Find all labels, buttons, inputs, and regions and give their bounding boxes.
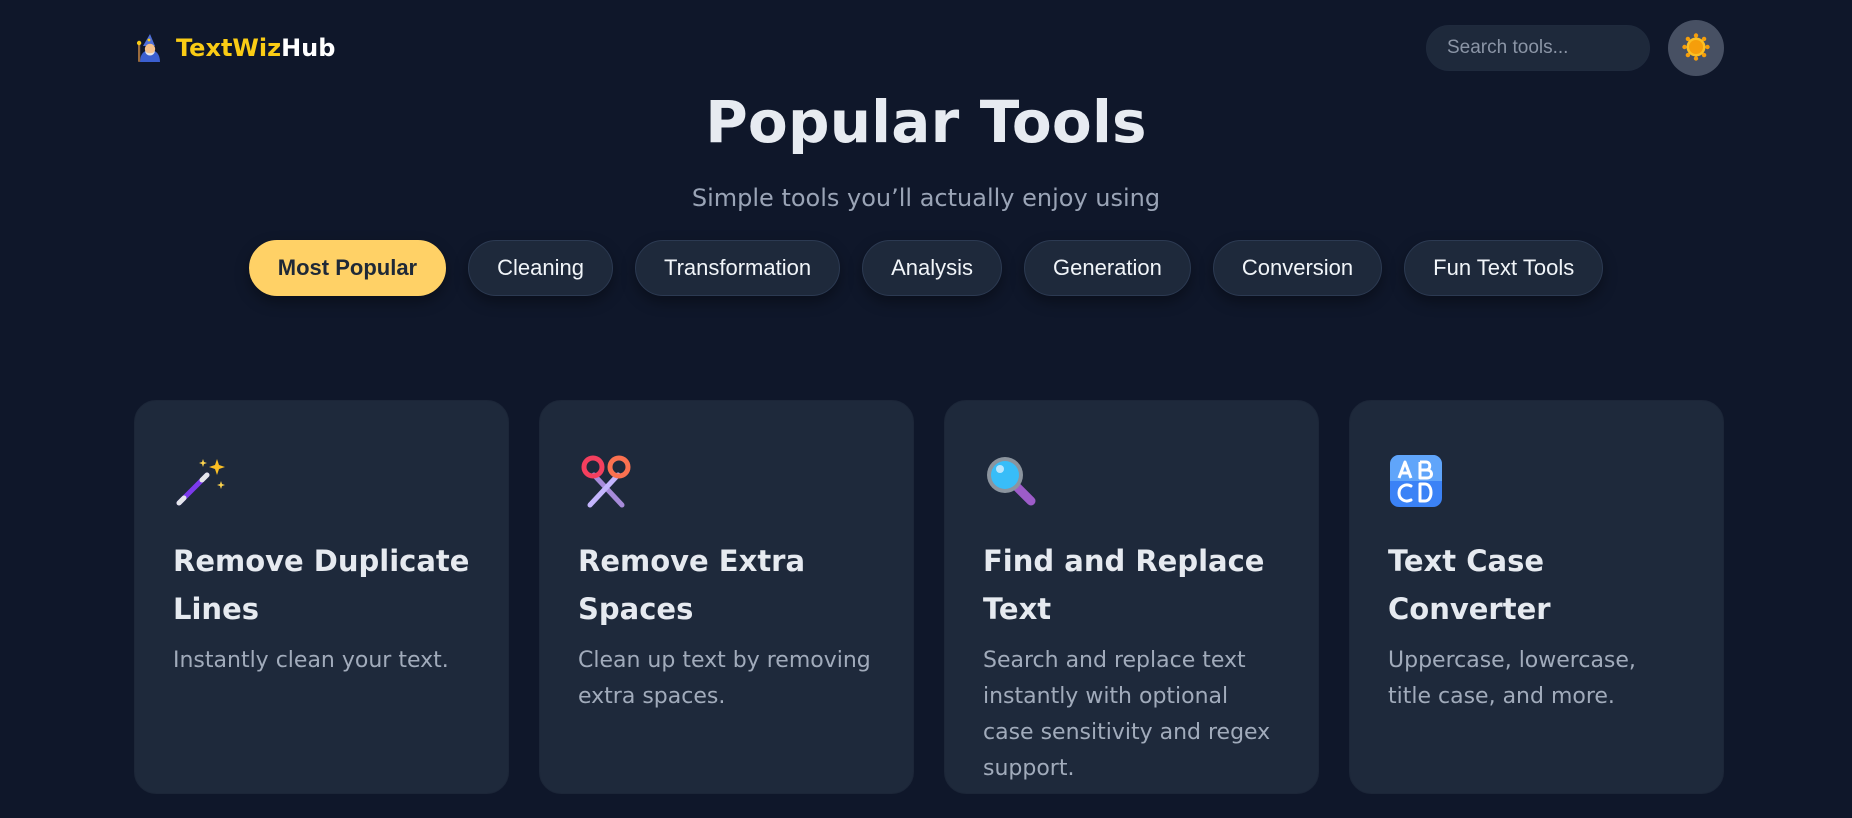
filter-analysis[interactable]: Analysis <box>862 240 1003 296</box>
tool-card-find-and-replace[interactable]: Find and Replace Text Search and replace… <box>944 400 1319 794</box>
search-input[interactable] <box>1426 25 1650 71</box>
filter-generation[interactable]: Generation <box>1024 240 1191 296</box>
header: TextWizHub <box>134 20 1724 76</box>
scissors-icon <box>578 453 634 509</box>
magic-wand-icon <box>173 453 229 509</box>
tool-cards: Remove Duplicate Lines Instantly clean y… <box>134 400 1724 794</box>
tool-card-description: Clean up text by removing extra spaces. <box>578 648 871 709</box>
logo[interactable]: TextWizHub <box>134 32 335 64</box>
header-actions <box>1426 20 1724 76</box>
logo-text-secondary: Hub <box>281 34 336 62</box>
logo-text-primary: TextWiz <box>176 34 282 62</box>
tool-card-description: Uppercase, lowercase, title case, and mo… <box>1388 648 1636 709</box>
magnifying-glass-icon <box>983 453 1039 509</box>
tool-card-title: Remove Extra Spaces <box>578 544 806 626</box>
filter-fun-text-tools[interactable]: Fun Text Tools <box>1404 240 1604 296</box>
tool-card-remove-duplicate-lines[interactable]: Remove Duplicate Lines Instantly clean y… <box>134 400 509 794</box>
tool-card-title: Find and Replace Text <box>983 544 1265 626</box>
abcd-icon <box>1388 453 1444 509</box>
filter-conversion[interactable]: Conversion <box>1212 240 1383 296</box>
tool-card-title: Remove Duplicate Lines <box>173 544 470 626</box>
tool-card-remove-extra-spaces[interactable]: Remove Extra Spaces Clean up text by rem… <box>539 400 914 794</box>
tool-card-text-case-converter[interactable]: Text Case Converter Uppercase, lowercase… <box>1349 400 1724 794</box>
theme-toggle-button[interactable] <box>1668 20 1724 76</box>
tool-card-description: Instantly clean your text. <box>173 648 449 673</box>
tool-card-title: Text Case Converter <box>1388 544 1551 626</box>
filter-most-popular[interactable]: Most Popular <box>248 240 447 296</box>
wizard-icon <box>134 32 166 64</box>
sun-icon <box>1681 32 1711 65</box>
filter-transformation[interactable]: Transformation <box>634 240 841 296</box>
filter-cleaning[interactable]: Cleaning <box>468 240 613 296</box>
tool-card-description: Search and replace text instantly with o… <box>983 648 1271 781</box>
page-subtitle: Simple tools you’ll actually enjoy using <box>691 184 1161 212</box>
page-title: Popular Tools <box>705 88 1147 156</box>
category-filters: Most Popular Cleaning Transformation Ana… <box>0 240 1852 296</box>
